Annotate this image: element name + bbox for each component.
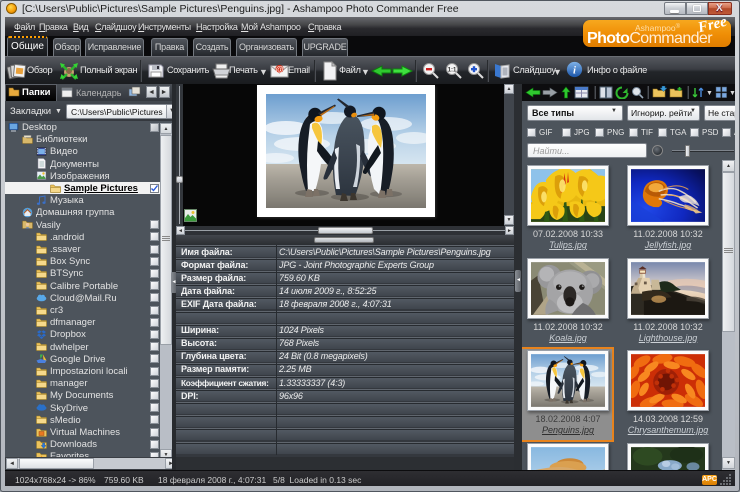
- svg-text:i: i: [573, 65, 576, 77]
- svg-text:@: @: [275, 65, 283, 74]
- svg-text:1:1: 1:1: [448, 68, 457, 74]
